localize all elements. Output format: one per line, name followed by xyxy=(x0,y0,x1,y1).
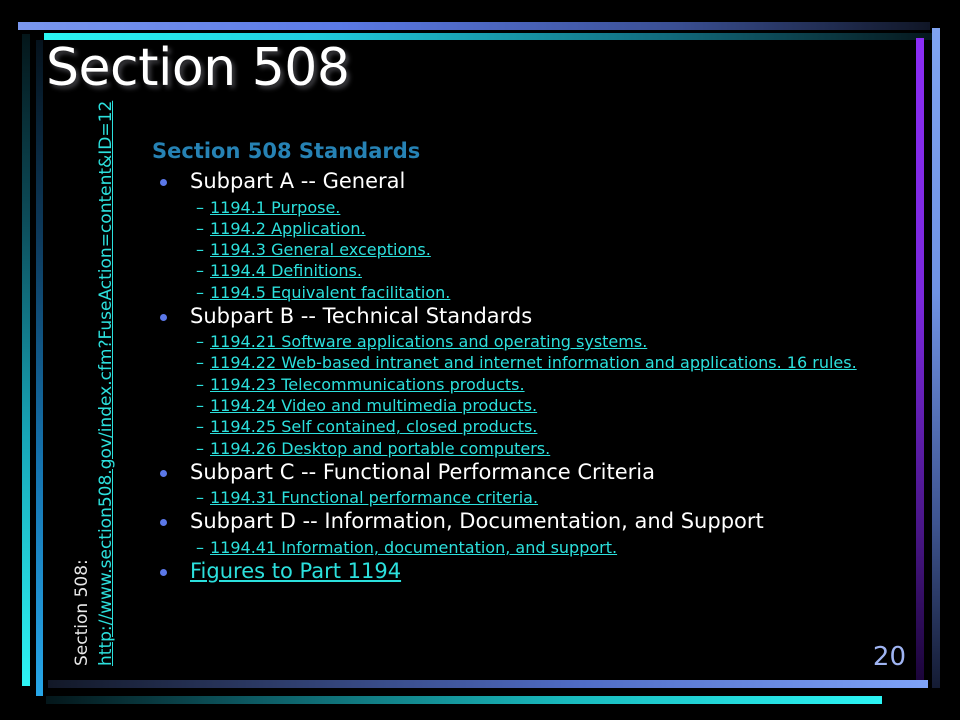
outline-item-level1: Subpart B -- Technical Standards xyxy=(152,303,852,330)
outline-item-level1-label: Subpart B -- Technical Standards xyxy=(190,303,533,328)
outline-sublist-container: –1194.21 Software applications and opera… xyxy=(152,331,857,459)
outline-item-level2[interactable]: –1194.4 Definitions. xyxy=(152,260,852,281)
outline-item-level2[interactable]: –1194.1 Purpose. xyxy=(152,197,852,218)
outline-item-level2-link[interactable]: 1194.25 Self contained, closed products. xyxy=(210,417,537,436)
outline-item-level2[interactable]: –1194.5 Equivalent facilitation. xyxy=(152,282,852,303)
outline-item-level1-label[interactable]: Figures to Part 1194 xyxy=(190,558,401,585)
outline-item-level2[interactable]: –1194.23 Telecommunications products. xyxy=(152,374,852,395)
outline-list: Subpart A -- General –1194.1 Purpose. –119… xyxy=(152,168,857,585)
outline-item-level2-link[interactable]: 1194.2 Application. xyxy=(210,219,366,238)
outline-sublist: –1194.41 Information, documentation, and… xyxy=(152,537,852,558)
outline-item-level2-link[interactable]: 1194.26 Desktop and portable computers. xyxy=(210,439,550,458)
side-label-url-rotated[interactable]: http://www.section508.gov/index.cfm?Fuse… xyxy=(96,101,120,666)
content-area: Section 508 Standards Subpart A -- Gener… xyxy=(152,138,857,586)
outline-item-level2[interactable]: –1194.31 Functional performance criteria… xyxy=(152,487,852,508)
dash-bullet-icon: – xyxy=(196,488,204,508)
outline-sublist-container: –1194.41 Information, documentation, and… xyxy=(152,537,852,558)
slide-title: Section 508 xyxy=(46,38,350,98)
side-label-url-link[interactable]: http://www.section508.gov/index.cfm?Fuse… xyxy=(96,101,116,666)
bullet-icon xyxy=(160,568,167,576)
outline-sublist: –1194.21 Software applications and opera… xyxy=(152,331,857,459)
bullet-icon xyxy=(160,313,167,321)
slide: Section 508 Section 508: http://www.sect… xyxy=(0,0,960,720)
dash-bullet-icon: – xyxy=(196,374,204,394)
side-label-group: Section 508: http://www.section508.gov/i… xyxy=(44,101,164,690)
bullet-icon xyxy=(160,469,167,477)
outline-item-level2[interactable]: –1194.25 Self contained, closed products… xyxy=(152,416,852,437)
page-number: 20 xyxy=(872,642,906,672)
outline-sublist: –1194.31 Functional performance criteria… xyxy=(152,487,852,508)
outline-item-level1[interactable]: Figures to Part 1194 xyxy=(152,558,852,585)
side-label-caption: Section 508: xyxy=(72,559,92,666)
outline-item-level1: Subpart C -- Functional Performance Crit… xyxy=(152,459,852,486)
top-blue-accent-bar xyxy=(18,22,930,30)
dash-bullet-icon: – xyxy=(196,537,204,557)
outline-item-level2[interactable]: –1194.2 Application. xyxy=(152,218,852,239)
dash-bullet-icon: – xyxy=(196,395,204,415)
left-blue-accent-bar xyxy=(36,40,43,696)
bullet-icon xyxy=(160,519,167,527)
outline-item-level2-link[interactable]: 1194.22 Web-based intranet and internet … xyxy=(210,353,857,372)
outline-item-level1-label: Subpart A -- General xyxy=(190,169,406,194)
outline-sublist-container: –1194.31 Functional performance criteria… xyxy=(152,487,852,508)
bullet-icon xyxy=(160,179,167,187)
left-cyan-accent-bar xyxy=(22,34,30,686)
bottom-cyan-accent-bar xyxy=(46,696,882,704)
dash-bullet-icon: – xyxy=(196,417,204,437)
outline-item-level2[interactable]: –1194.21 Software applications and opera… xyxy=(152,331,852,352)
outline-item-level2-link[interactable]: 1194.4 Definitions. xyxy=(210,261,362,280)
outline-item-level2[interactable]: –1194.24 Video and multimedia products. xyxy=(152,395,852,416)
outline-item-level2-link[interactable]: 1194.1 Purpose. xyxy=(210,198,340,217)
outline-item-level2[interactable]: –1194.3 General exceptions. xyxy=(152,239,852,260)
outline-item-level2[interactable]: –1194.41 Information, documentation, and… xyxy=(152,537,852,558)
outline-item-level2-link[interactable]: 1194.23 Telecommunications products. xyxy=(210,375,525,394)
outline-item-level2-link[interactable]: 1194.3 General exceptions. xyxy=(210,240,431,259)
dash-bullet-icon: – xyxy=(196,218,204,238)
outline-item-level2-link[interactable]: 1194.5 Equivalent facilitation. xyxy=(210,283,450,302)
outline-item-level2[interactable]: –1194.26 Desktop and portable computers. xyxy=(152,438,852,459)
outline-item-level1-label: Subpart D -- Information, Documentation,… xyxy=(190,509,764,534)
dash-bullet-icon: – xyxy=(196,353,204,373)
dash-bullet-icon: – xyxy=(196,197,204,217)
dash-bullet-icon: – xyxy=(196,282,204,302)
right-violet-accent-bar xyxy=(916,38,924,688)
dash-bullet-icon: – xyxy=(196,261,204,281)
outline-sublist: –1194.1 Purpose. –1194.2 Application. –119… xyxy=(152,197,852,303)
content-heading: Section 508 Standards xyxy=(152,139,421,163)
outline-item-level2-link[interactable]: 1194.21 Software applications and operat… xyxy=(210,332,647,351)
outline-item-level2[interactable]: –1194.22 Web-based intranet and internet… xyxy=(152,352,857,373)
dash-bullet-icon: – xyxy=(196,332,204,352)
outline-item-level1: Subpart D -- Information, Documentation,… xyxy=(152,508,852,535)
dash-bullet-icon: – xyxy=(196,240,204,260)
outline-item-level1: Subpart A -- General xyxy=(152,168,852,195)
dash-bullet-icon: – xyxy=(196,438,204,458)
side-label-caption-rotated: Section 508: xyxy=(72,136,96,666)
bottom-blue-accent-bar xyxy=(48,680,928,688)
outline-sublist-container: –1194.1 Purpose. –1194.2 Application. –119… xyxy=(152,197,852,303)
outline-item-level1-label: Subpart C -- Functional Performance Crit… xyxy=(190,459,655,484)
outline-item-level2-link[interactable]: 1194.41 Information, documentation, and … xyxy=(210,538,617,557)
outline-item-level2-link[interactable]: 1194.31 Functional performance criteria. xyxy=(210,488,538,507)
right-blue-accent-bar xyxy=(932,28,940,688)
outline-item-level2-link[interactable]: 1194.24 Video and multimedia products. xyxy=(210,396,537,415)
